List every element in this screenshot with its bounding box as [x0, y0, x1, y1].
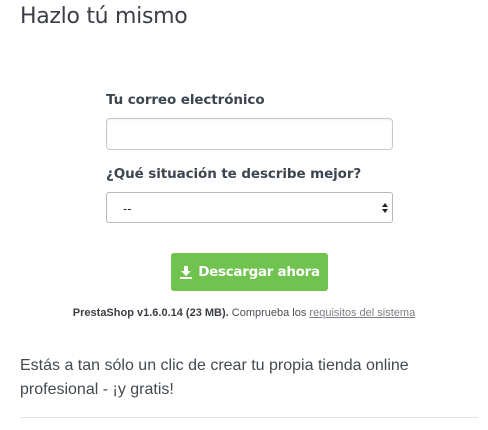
situation-label: ¿Qué situación te describe mejor?	[106, 166, 362, 182]
select-arrows-icon	[381, 197, 389, 219]
download-icon	[180, 266, 193, 279]
check-text: Comprueba los	[231, 307, 307, 319]
version-text: PrestaShop v1.6.0.14 (23 MB).	[72, 307, 229, 319]
download-button[interactable]: Descargar ahora	[171, 253, 328, 291]
download-button-label: Descargar ahora	[198, 264, 320, 280]
system-requirements-link[interactable]: requisitos del sistema	[309, 307, 415, 319]
page-title: Hazlo tú mismo	[20, 4, 188, 29]
divider	[20, 417, 478, 418]
email-field[interactable]	[106, 118, 393, 150]
situation-select[interactable]: --	[106, 192, 393, 223]
email-label: Tu correo electrónico	[106, 92, 265, 108]
download-form: Tu correo electrónico ¿Qué situación te …	[106, 90, 394, 223]
version-info: PrestaShop v1.6.0.14 (23 MB). Comprueba …	[0, 307, 488, 319]
situation-select-value: --	[123, 201, 132, 216]
promo-text: Estás a tan sólo un clic de crear tu pro…	[20, 357, 409, 398]
